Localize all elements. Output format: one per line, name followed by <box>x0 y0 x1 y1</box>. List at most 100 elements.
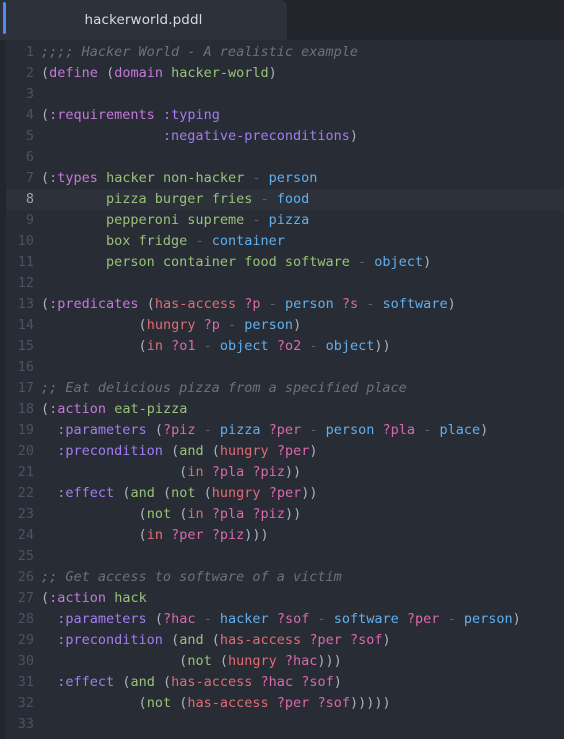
code-line[interactable]: 7 (:types hacker non-hacker - person <box>0 168 564 189</box>
code-line[interactable]: 5 :negative-preconditions) <box>0 126 564 147</box>
code-token: container <box>211 233 285 249</box>
code-line[interactable]: 6 <box>0 147 564 168</box>
code-token: has-access <box>154 296 237 312</box>
code-line-content: (not (hungry ?hac))) <box>41 651 342 672</box>
code-token: :precondition <box>57 632 163 648</box>
code-token: ?pla <box>382 422 416 438</box>
code-token: - <box>203 338 212 354</box>
code-line[interactable]: 22 :effect (and (not (hungry ?per)) <box>0 483 564 504</box>
code-token: ( <box>171 632 180 648</box>
code-line-content: (define (domain hacker-world) <box>41 63 277 84</box>
line-number: 21 <box>17 464 34 480</box>
line-number: 13 <box>17 296 34 312</box>
code-line-content: (:action hack <box>41 588 147 609</box>
line-number: 5 <box>25 128 34 144</box>
code-token: ;; Eat delicious pizza from a specified … <box>41 380 407 396</box>
code-line-content: pizza burger fries - food <box>41 189 309 210</box>
code-token: ) <box>382 632 391 648</box>
code-token: ?o2 <box>276 338 302 354</box>
line-number: 1 <box>25 44 34 60</box>
code-token: software <box>333 611 399 627</box>
code-line[interactable]: 28 :parameters (?hac - hacker ?sof - sof… <box>0 609 564 630</box>
code-token: :action <box>49 590 107 606</box>
code-line-content: ;; Get access to software of a victim <box>41 567 342 588</box>
line-number: 4 <box>25 107 34 123</box>
code-line[interactable]: 11 person container food software - obje… <box>0 252 564 273</box>
code-token: pizza <box>219 422 261 438</box>
code-line[interactable]: 4 (:requirements :typing <box>0 105 564 126</box>
code-token: ( <box>162 485 172 501</box>
code-line[interactable]: 24 (in ?per ?piz))) <box>0 525 564 546</box>
code-editor-area[interactable]: 1 ;;;; Hacker World - A realistic example… <box>0 40 564 739</box>
code-line[interactable]: 18 (:action eat-pizza <box>0 399 564 420</box>
code-token: - <box>317 611 326 627</box>
code-token: hungry <box>211 485 261 501</box>
code-token: :effect <box>57 485 115 501</box>
code-line[interactable]: 26 ;; Get access to software of a victim <box>0 567 564 588</box>
code-line-content: (:types hacker non-hacker - person <box>41 168 317 189</box>
code-line[interactable]: 30 (not (hungry ?hac))) <box>0 651 564 672</box>
code-line[interactable]: 32 (not (has-access ?per ?sof))))) <box>0 693 564 714</box>
code-line[interactable]: 15 (in ?o1 - object ?o2 - object)) <box>0 336 564 357</box>
code-token: ?pla <box>211 464 245 480</box>
code-line[interactable]: 1 ;;;; Hacker World - A realistic example <box>0 42 564 63</box>
tab-label: hackerworld.pddl <box>84 12 203 28</box>
code-token: :typing <box>162 107 220 123</box>
code-token: person <box>463 611 513 627</box>
code-line[interactable]: 10 box fridge - container <box>0 231 564 252</box>
code-token: ( <box>106 65 115 81</box>
code-line[interactable]: 3 <box>0 84 564 105</box>
code-line[interactable]: 33 <box>0 714 564 735</box>
code-line[interactable]: 14 (hungry ?p - person) <box>0 315 564 336</box>
code-token: ) <box>480 422 489 438</box>
code-line[interactable]: 13 (:predicates (has-access ?p - person ?… <box>0 294 564 315</box>
line-number: 28 <box>17 611 34 627</box>
code-line[interactable]: 29 :precondition (and (has-access ?per ?… <box>0 630 564 651</box>
code-line[interactable]: 23 (not (in ?pla ?piz)) <box>0 504 564 525</box>
code-line[interactable]: 16 <box>0 357 564 378</box>
tab-hackerworld-pddl[interactable]: hackerworld.pddl <box>0 0 287 40</box>
code-token: ) <box>447 296 456 312</box>
code-line[interactable]: 12 <box>0 273 564 294</box>
code-token: ?per <box>171 527 204 543</box>
code-line[interactable]: 20 :precondition (and (hungry ?per) <box>0 441 564 462</box>
code-token: ?per <box>309 632 342 648</box>
code-lines-container[interactable]: 1 ;;;; Hacker World - A realistic example… <box>0 40 564 735</box>
code-token: :precondition <box>57 443 163 459</box>
code-line[interactable]: 25 <box>0 546 564 567</box>
code-token: :predicates <box>49 296 139 312</box>
code-line[interactable]: 2 (define (domain hacker-world) <box>0 63 564 84</box>
code-line[interactable]: 19 :parameters (?piz - pizza ?per - pers… <box>0 420 564 441</box>
line-number: 17 <box>17 380 34 396</box>
code-line[interactable]: 8 pizza burger fries - food <box>0 189 564 210</box>
code-line[interactable]: 9 pepperoni supreme - pizza <box>0 210 564 231</box>
code-token: box fridge <box>106 233 188 249</box>
code-line[interactable]: 17 ;; Eat delicious pizza from a specifie… <box>0 378 564 399</box>
line-number: 30 <box>17 653 34 669</box>
code-token: ))) <box>317 653 342 669</box>
code-line[interactable]: 27 (:action hack <box>0 588 564 609</box>
code-line[interactable]: 31 :effect (and (has-access ?hac ?sof) <box>0 672 564 693</box>
code-token: ?p <box>244 296 261 312</box>
code-line[interactable]: 21 (in ?pla ?piz)) <box>0 462 564 483</box>
code-line-content: (not (has-access ?per ?sof))))) <box>41 693 391 714</box>
code-token: ?piz <box>252 506 285 522</box>
